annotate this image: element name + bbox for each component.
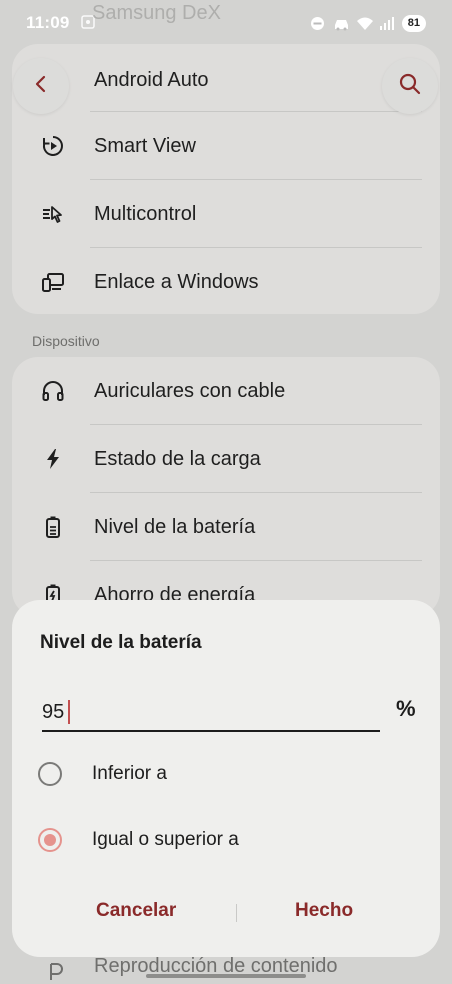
back-button[interactable] [13, 58, 69, 114]
smart-view-icon [40, 133, 66, 159]
device-card: Auriculares con cable Estado de la carga… [12, 357, 440, 617]
media-output-icon [48, 962, 64, 982]
car-icon [333, 16, 348, 31]
multicontrol-icon [40, 201, 66, 227]
text-cursor [68, 700, 70, 724]
dialog-title: Nivel de la batería [40, 632, 202, 653]
list-item-charging-status[interactable]: Estado de la carga [12, 425, 440, 493]
list-item-label: Android Auto [94, 68, 209, 91]
status-time: 11:09 [26, 13, 70, 32]
list-item-smart-view[interactable]: Smart View [12, 112, 440, 180]
option-equal-or-above[interactable]: Igual o superior a [38, 820, 239, 860]
link-to-windows-icon [40, 269, 66, 295]
list-item-android-auto[interactable]: Android Auto [12, 46, 440, 114]
wifi-icon [356, 16, 373, 31]
search-icon [399, 73, 421, 100]
actions-divider [236, 904, 237, 922]
list-item-label: Nivel de la batería [94, 515, 256, 538]
search-button[interactable] [382, 58, 438, 114]
radio-below[interactable] [38, 762, 62, 786]
connections-card: Android Auto Smart View Multicontrol Enl… [12, 44, 440, 314]
bolt-icon [40, 446, 66, 472]
gesture-navigation-handle[interactable] [146, 974, 306, 978]
list-item-multicontrol[interactable]: Multicontrol [12, 180, 440, 248]
scrolled-item-title: Samsung DeX [92, 2, 221, 24]
list-item-label: Smart View [94, 134, 196, 157]
radio-equal-or-above[interactable] [38, 828, 62, 852]
option-below[interactable]: Inferior a [38, 754, 167, 794]
list-item-battery-level[interactable]: Nivel de la batería [12, 493, 440, 561]
list-item-label: Auriculares con cable [94, 379, 286, 402]
battery-level-input[interactable] [42, 694, 380, 732]
list-item-link-to-windows[interactable]: Enlace a Windows [12, 248, 440, 314]
headphones-icon [40, 378, 66, 404]
chevron-left-icon [31, 74, 51, 99]
list-item-label: Enlace a Windows [94, 270, 259, 293]
battery-indicator: 81 [401, 14, 426, 32]
percent-unit: % [396, 696, 416, 721]
option-label: Inferior a [92, 763, 167, 784]
option-label: Igual o superior a [92, 829, 239, 850]
battery-level-dialog: Nivel de la batería % Inferior a Igual o… [12, 600, 440, 957]
status-bar: 11:09 81 [0, 0, 452, 46]
list-item-label: Estado de la carga [94, 447, 261, 470]
cancel-button[interactable]: Cancelar [96, 900, 176, 922]
signal-icon [379, 16, 394, 31]
section-header-device: Dispositivo [32, 333, 100, 349]
battery-icon [40, 514, 66, 540]
do-not-disturb-icon [310, 16, 325, 31]
list-item-wired-headphones[interactable]: Auriculares con cable [12, 357, 440, 425]
list-item-label: Multicontrol [94, 202, 197, 225]
done-button[interactable]: Hecho [295, 900, 353, 922]
